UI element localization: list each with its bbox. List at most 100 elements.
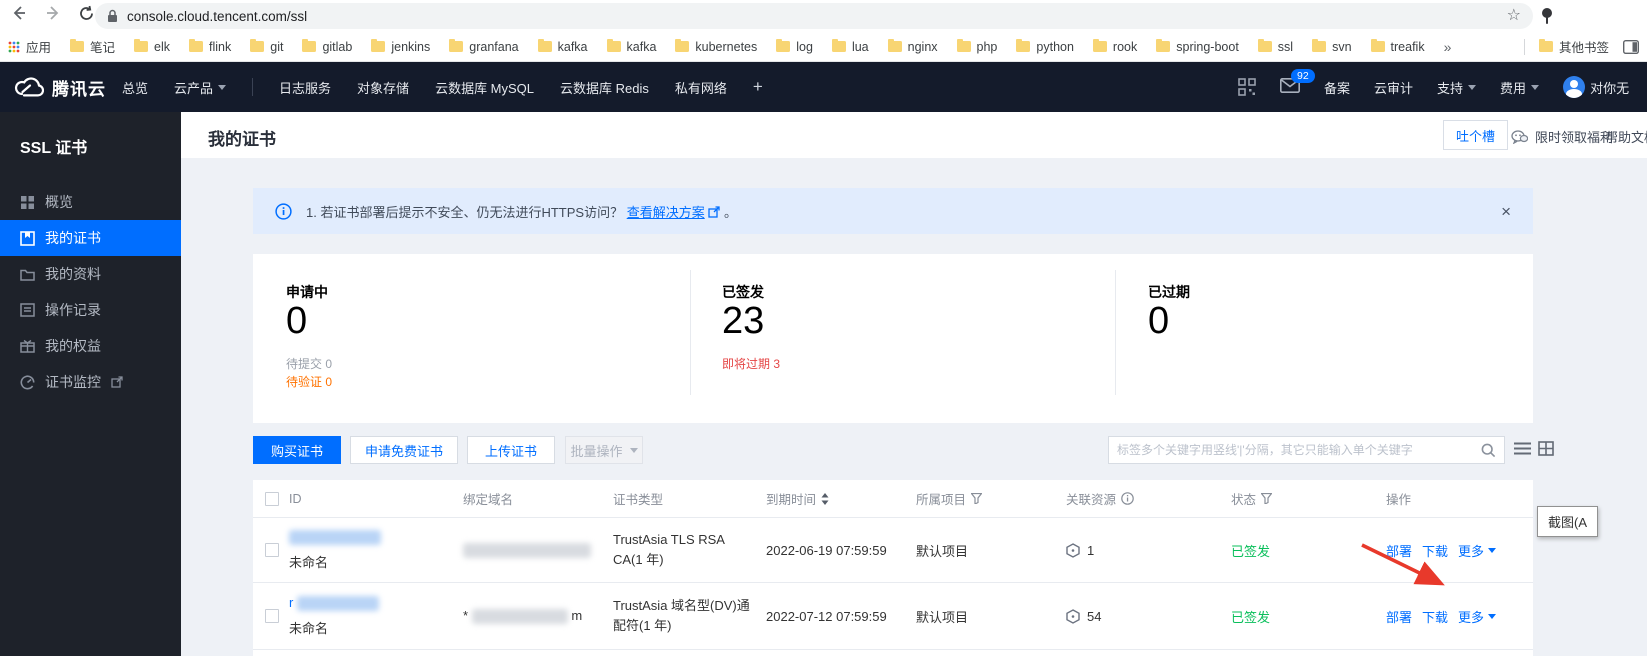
extension-pin-icon[interactable]: [1539, 7, 1555, 25]
sidebar-item-label: 证书监控: [45, 374, 101, 390]
bookmark-item[interactable]: nginx: [887, 39, 938, 54]
bookmark-item[interactable]: elk: [134, 39, 170, 54]
redacted-cert-id[interactable]: [289, 530, 381, 546]
column-status[interactable]: 状态: [1231, 489, 1386, 508]
batch-actions-button[interactable]: 批量操作: [565, 436, 643, 464]
nav-add-button[interactable]: +: [753, 77, 763, 97]
column-expire[interactable]: 到期时间: [766, 489, 916, 508]
filter-icon[interactable]: [1261, 493, 1273, 504]
more-menu[interactable]: 更多: [1458, 607, 1497, 626]
messages-button[interactable]: 92: [1280, 69, 1315, 96]
tencent-cloud-logo[interactable]: 腾讯云: [14, 62, 106, 112]
folder-icon: [189, 39, 204, 52]
other-bookmarks-button[interactable]: 其他书签: [1538, 37, 1609, 56]
promo-link[interactable]: 限时领取福利: [1511, 127, 1613, 146]
bookmark-item[interactable]: gitlab: [302, 39, 352, 54]
nav-billing-menu[interactable]: 费用: [1500, 78, 1540, 97]
bookmark-label: 其他书签: [1558, 41, 1609, 55]
bookmark-item[interactable]: jenkins: [371, 39, 430, 54]
nav-overview[interactable]: 总览: [122, 78, 148, 97]
cert-resources[interactable]: 1: [1066, 543, 1231, 558]
sidebar-item-my-certificates[interactable]: 我的证书: [0, 220, 181, 256]
folder-icon: [831, 39, 846, 52]
column-project[interactable]: 所属项目: [916, 489, 1066, 508]
more-label: 更多: [1458, 609, 1485, 625]
nav-products-menu[interactable]: 云产品: [174, 78, 227, 97]
back-icon[interactable]: [10, 4, 28, 22]
bookmark-item[interactable]: log: [776, 39, 813, 54]
address-bar[interactable]: console.cloud.tencent.com/ssl ☆: [95, 3, 1533, 29]
bookmark-item[interactable]: 笔记: [70, 37, 115, 56]
banner-solution-link[interactable]: 查看解决方案: [627, 205, 705, 220]
bookmark-item[interactable]: git: [250, 39, 284, 54]
upload-certificate-button[interactable]: 上传证书: [467, 436, 555, 464]
bookmark-item[interactable]: svn: [1312, 39, 1352, 54]
nav-pinned-mysql[interactable]: 云数据库 MySQL: [435, 78, 534, 97]
nav-pinned-vpc[interactable]: 私有网络: [675, 78, 727, 97]
close-icon[interactable]: ×: [1501, 203, 1511, 220]
search-icon[interactable]: [1481, 443, 1496, 458]
redacted-cert-id[interactable]: [296, 596, 379, 612]
bookmark-item[interactable]: ssl: [1257, 39, 1293, 54]
feedback-button[interactable]: 吐个槽: [1443, 120, 1509, 150]
deploy-link[interactable]: 部署: [1386, 607, 1412, 626]
bookmark-apps[interactable]: 应用: [8, 37, 51, 56]
bookmark-item[interactable]: spring-boot: [1156, 39, 1239, 54]
stat-expiring-soon[interactable]: 即将过期 3: [722, 355, 780, 372]
nav-beian[interactable]: 备案: [1324, 78, 1350, 97]
bookmark-label: svn: [1332, 39, 1352, 54]
bookmark-item[interactable]: granfana: [449, 39, 519, 54]
apply-free-certificate-button[interactable]: 申请免费证书: [350, 436, 458, 464]
account-menu[interactable]: 对你无: [1563, 76, 1629, 98]
cert-resources[interactable]: 54: [1066, 609, 1231, 624]
info-circle-icon[interactable]: [1121, 492, 1134, 505]
bookmarks-overflow-button[interactable]: »: [1444, 39, 1452, 55]
forward-icon[interactable]: [44, 4, 62, 22]
bookmark-item[interactable]: kafka: [537, 39, 588, 54]
row-checkbox[interactable]: [265, 543, 279, 557]
sidebar-item-my-profile[interactable]: 我的资料: [0, 256, 181, 292]
bookmark-item[interactable]: python: [1016, 39, 1074, 54]
download-link[interactable]: 下载: [1422, 541, 1448, 560]
sidebar-item-my-benefits[interactable]: 我的权益: [0, 328, 181, 364]
bookmark-item[interactable]: lua: [831, 39, 869, 54]
more-menu[interactable]: 更多: [1458, 541, 1497, 560]
download-link[interactable]: 下载: [1422, 607, 1448, 626]
search-input[interactable]: [1117, 443, 1481, 457]
qr-scan-icon[interactable]: [1238, 78, 1256, 96]
bookmark-item[interactable]: rook: [1092, 39, 1137, 54]
sort-icon[interactable]: [821, 492, 829, 505]
sidebar-item-label: 操作记录: [45, 302, 101, 318]
nav-pinned-cls[interactable]: 日志服务: [279, 78, 331, 97]
deploy-link[interactable]: 部署: [1386, 541, 1412, 560]
filter-icon[interactable]: [971, 493, 983, 504]
select-all-checkbox[interactable]: [265, 491, 279, 506]
stat-pending-verify[interactable]: 待验证 0: [286, 373, 332, 390]
chevron-down-icon: [629, 447, 638, 453]
buy-certificate-button[interactable]: 购买证书: [253, 436, 341, 464]
url-text: console.cloud.tencent.com/ssl: [127, 8, 308, 24]
nav-support-menu[interactable]: 支持: [1437, 78, 1477, 97]
nav-pinned-cos[interactable]: 对象存储: [357, 78, 409, 97]
sidebar-item-overview[interactable]: 概览: [0, 184, 181, 220]
sidebar-item-operation-log[interactable]: 操作记录: [0, 292, 181, 328]
bookmark-item[interactable]: php: [956, 39, 997, 54]
list-view-icon[interactable]: [1514, 441, 1531, 456]
side-panel-icon[interactable]: [1623, 39, 1639, 54]
bookmark-item[interactable]: treafik: [1370, 39, 1425, 54]
column-label: 所属项目: [916, 493, 967, 507]
divider: [1523, 38, 1525, 55]
bookmark-star-icon[interactable]: ☆: [1507, 8, 1521, 24]
row-checkbox[interactable]: [265, 609, 279, 623]
nav-pinned-redis[interactable]: 云数据库 Redis: [560, 78, 649, 97]
reload-icon[interactable]: [78, 5, 95, 22]
help-docs-link[interactable]: 帮助文档: [1605, 127, 1647, 146]
sidebar-item-cert-monitor[interactable]: 证书监控: [0, 364, 181, 400]
column-resources[interactable]: 关联资源: [1066, 489, 1231, 508]
bookmark-label: git: [270, 39, 284, 54]
bookmark-item[interactable]: kubernetes: [675, 39, 757, 54]
nav-cloudaudit[interactable]: 云审计: [1374, 78, 1413, 97]
bookmark-item[interactable]: kafka: [606, 39, 656, 54]
grid-view-icon[interactable]: [1538, 441, 1554, 456]
bookmark-item[interactable]: flink: [189, 39, 231, 54]
